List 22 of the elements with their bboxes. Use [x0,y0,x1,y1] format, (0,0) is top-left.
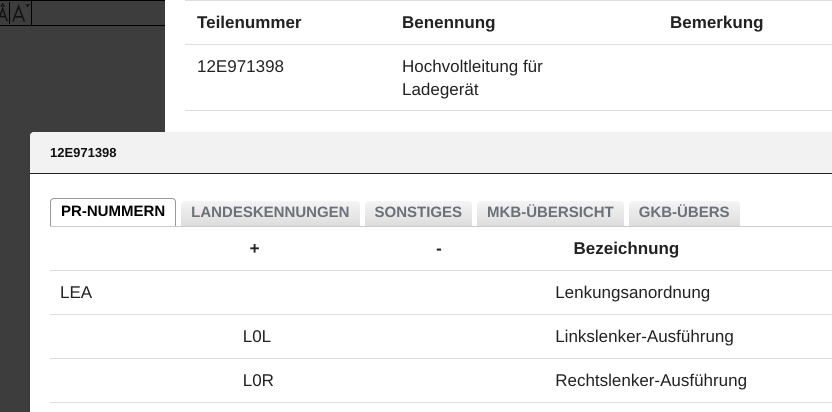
font-decrease-icon[interactable] [10,1,32,25]
table-cell: Rechtslenker-Ausführung [555,370,748,390]
table-cell: L0L [242,326,272,346]
tab[interactable]: PR-NUMMERN [50,198,176,226]
font-increase-icon[interactable] [0,2,10,24]
table-cell-text: Hochvoltleitung für Ladegerät [402,56,544,101]
table-cell: L0R [242,370,274,390]
tab[interactable]: SONSTIGES [364,201,472,226]
column-header: Bemerkung [669,12,765,34]
column-header: + [250,238,260,258]
table-cell: Lenkungsanordnung [555,282,710,302]
table-cell: LEA [60,282,92,302]
table-cell-text: 12E971398 [197,56,285,78]
column-header: - [436,238,442,258]
column-header: Benennung [401,12,496,34]
column-header: Bezeichnung [574,238,680,258]
tab[interactable]: GKB-ÜBERS [628,201,740,226]
table-cell: Linkslenker-Ausführung [555,326,734,346]
tab[interactable]: LANDESKENNUNGEN [181,201,360,226]
tab[interactable]: MKB-ÜBERSICHT [477,201,624,226]
dialog-title: 12E971398 [50,144,117,162]
column-header: Teilenummer [196,12,303,34]
